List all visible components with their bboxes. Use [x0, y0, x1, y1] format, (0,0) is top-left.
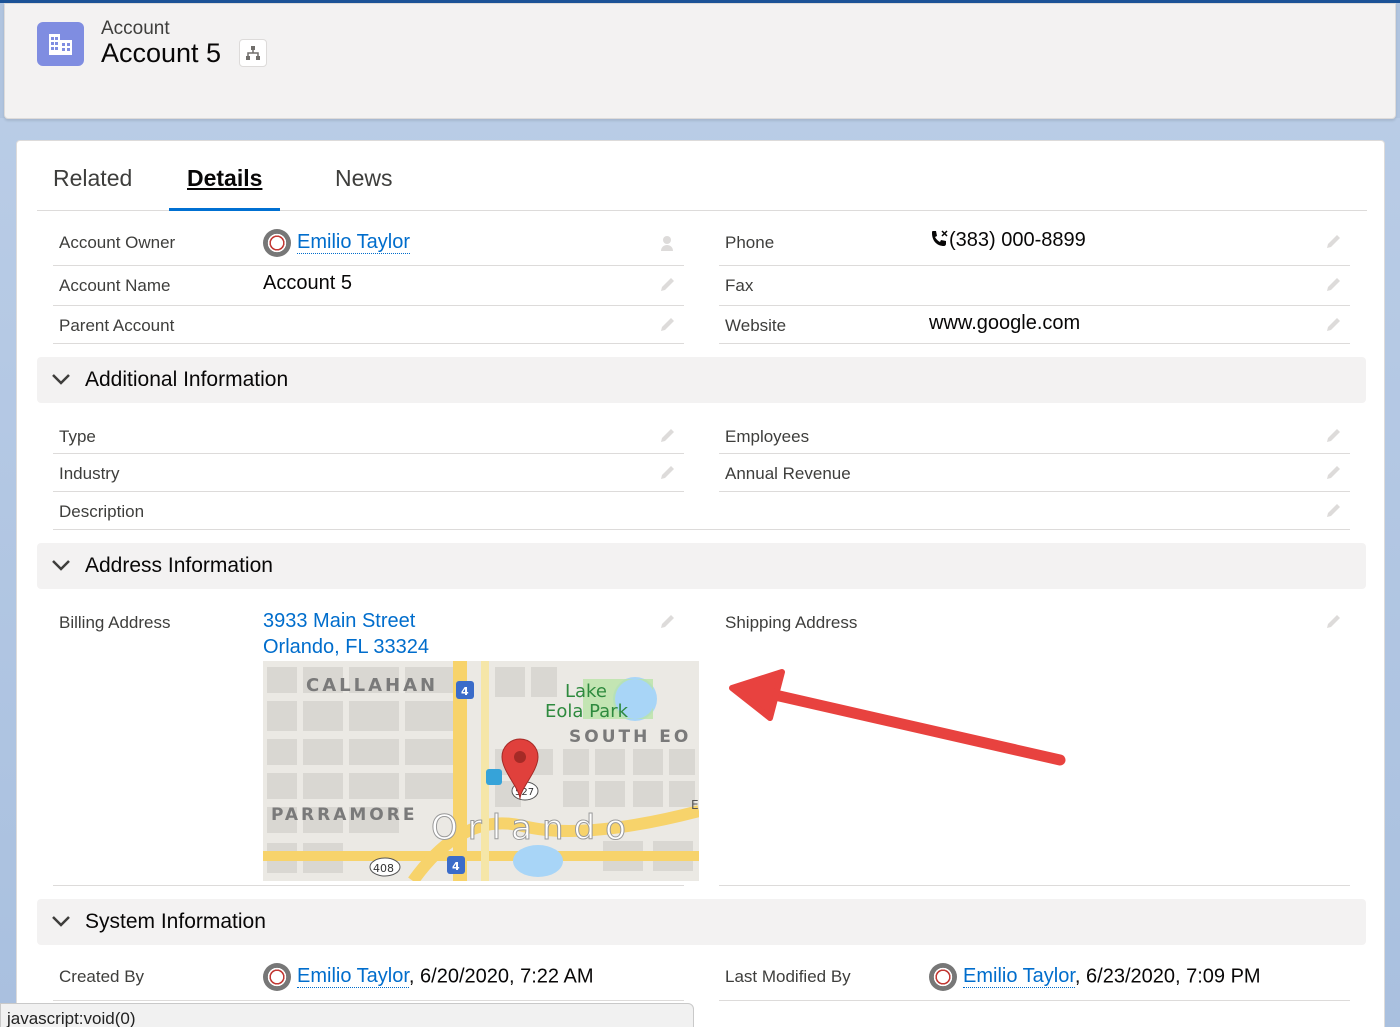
field-fax: Fax [719, 266, 1350, 306]
section-additional-information[interactable]: Additional Information [37, 357, 1366, 403]
map-label-parramore: PARRAMORE [271, 805, 417, 825]
field-annual-revenue: Annual Revenue [719, 454, 1350, 492]
account-owner-link[interactable]: Emilio Taylor [297, 231, 410, 255]
field-created-by: Created By Emilio Taylor, 6/20/2020, 7:2… [53, 957, 684, 1001]
pencil-icon[interactable] [1324, 500, 1344, 520]
phone-icon [932, 230, 948, 246]
field-type: Type [53, 417, 684, 454]
website-link[interactable]: www.google.com [929, 312, 1080, 335]
section-title: Additional Information [85, 368, 289, 391]
map-label-eola-park: Eola Park [545, 701, 629, 722]
account-owner-label: Account Owner [59, 233, 176, 252]
change-owner-icon[interactable] [658, 233, 678, 253]
last-modified-by-label: Last Modified By [725, 967, 851, 986]
chevron-down-icon [52, 916, 70, 927]
field-parent-account: Parent Account [53, 306, 684, 344]
field-description: Description [53, 492, 1350, 530]
phone-label: Phone [725, 233, 775, 252]
chevron-down-icon [52, 560, 70, 571]
employees-label: Employees [725, 427, 810, 446]
tab-related[interactable]: Related [35, 165, 150, 211]
field-account-owner: Account Owner Emilio Taylor [53, 223, 684, 266]
object-type-label: Account [101, 18, 170, 39]
record-header: Account Account 5 [4, 3, 1396, 119]
description-label: Description [59, 502, 145, 521]
website-label: Website [725, 316, 787, 335]
pencil-icon[interactable] [658, 425, 678, 445]
tab-bar: Related Details News [37, 141, 1367, 211]
interstate-shield-4-south: 4 [452, 860, 460, 873]
created-by-user-link[interactable]: Emilio Taylor [297, 965, 409, 989]
record-detail-card: Related Details News Account Owner Emili… [16, 140, 1385, 1027]
route-408-shield: 408 [373, 862, 394, 875]
record-title: Account 5 [101, 38, 222, 68]
shipping-address-label: Shipping Address [725, 613, 858, 632]
pencil-icon[interactable] [658, 611, 678, 631]
account-name-value: Account 5 [263, 272, 352, 294]
account-owner-value: Emilio Taylor [263, 229, 410, 257]
interstate-shield-4: 4 [461, 685, 469, 698]
pencil-icon[interactable] [1324, 231, 1344, 251]
map-label-callahan: CALLAHAN [306, 675, 438, 696]
account-name-label: Account Name [59, 276, 171, 295]
fax-label: Fax [725, 276, 754, 295]
section-title: System Information [85, 910, 266, 933]
field-industry: Industry [53, 454, 684, 492]
section-system-information[interactable]: System Information [37, 899, 1366, 945]
billing-address-map[interactable]: CALLAHAN Lake Eola Park SOUTH EO PARRAMO… [263, 661, 699, 881]
last-modified-by-date: , 6/23/2020, 7:09 PM [1074, 965, 1261, 988]
field-last-modified-by: Last Modified By Emilio Taylor, 6/23/202… [719, 957, 1350, 1001]
pencil-icon[interactable] [1324, 314, 1344, 334]
section-address-information[interactable]: Address Information [37, 543, 1366, 589]
last-modified-by-value: Emilio Taylor, 6/23/2020, 7:09 PM [929, 963, 1261, 991]
billing-street: 3933 Main Street [263, 610, 416, 632]
phone-value: (383) 000-8899 [929, 229, 1086, 252]
account-object-icon [37, 22, 84, 66]
annual-revenue-label: Annual Revenue [725, 464, 851, 483]
tab-news[interactable]: News [317, 165, 411, 211]
billing-city: Orlando, FL 33324 [263, 636, 430, 658]
user-avatar [263, 229, 291, 257]
phone-number[interactable]: (383) 000-8899 [949, 229, 1086, 251]
map-label-edge: E [691, 798, 699, 812]
pencil-icon[interactable] [1324, 611, 1344, 631]
map-label-lake: Lake [565, 681, 607, 702]
created-by-value: Emilio Taylor, 6/20/2020, 7:22 AM [263, 963, 594, 991]
billing-address-link[interactable]: 3933 Main Street Orlando, FL 33324 [263, 608, 429, 660]
type-label: Type [59, 427, 96, 446]
pencil-icon[interactable] [658, 274, 678, 294]
billing-address-label: Billing Address [59, 613, 171, 632]
field-website: Website www.google.com [719, 306, 1350, 344]
view-hierarchy-button[interactable] [239, 39, 267, 67]
chevron-down-icon [52, 374, 70, 385]
hierarchy-icon [246, 46, 260, 60]
pencil-icon[interactable] [658, 462, 678, 482]
section-title: Address Information [85, 554, 273, 577]
pencil-icon[interactable] [658, 314, 678, 334]
industry-label: Industry [59, 464, 120, 483]
field-shipping-address: Shipping Address [719, 603, 1350, 886]
user-avatar [929, 963, 957, 991]
parent-account-label: Parent Account [59, 316, 175, 335]
field-employees: Employees [719, 417, 1350, 454]
map-label-south-eo: SOUTH EO [569, 727, 691, 747]
pencil-icon[interactable] [1324, 274, 1344, 294]
last-modified-by-user-link[interactable]: Emilio Taylor [963, 965, 1075, 989]
pencil-icon[interactable] [1324, 462, 1344, 482]
created-by-date: , 6/20/2020, 7:22 AM [408, 965, 594, 988]
pencil-icon[interactable] [1324, 425, 1344, 445]
field-account-name: Account Name Account 5 [53, 266, 684, 306]
user-avatar [263, 963, 291, 991]
field-phone: Phone (383) 000-8899 [719, 223, 1350, 266]
map-label-orlando: Orlando [431, 808, 636, 848]
created-by-label: Created By [59, 967, 145, 986]
tab-details[interactable]: Details [169, 165, 281, 211]
browser-status-bar: javascript:void(0) [0, 1003, 694, 1027]
map-graphic: CALLAHAN Lake Eola Park SOUTH EO PARRAMO… [263, 661, 699, 881]
